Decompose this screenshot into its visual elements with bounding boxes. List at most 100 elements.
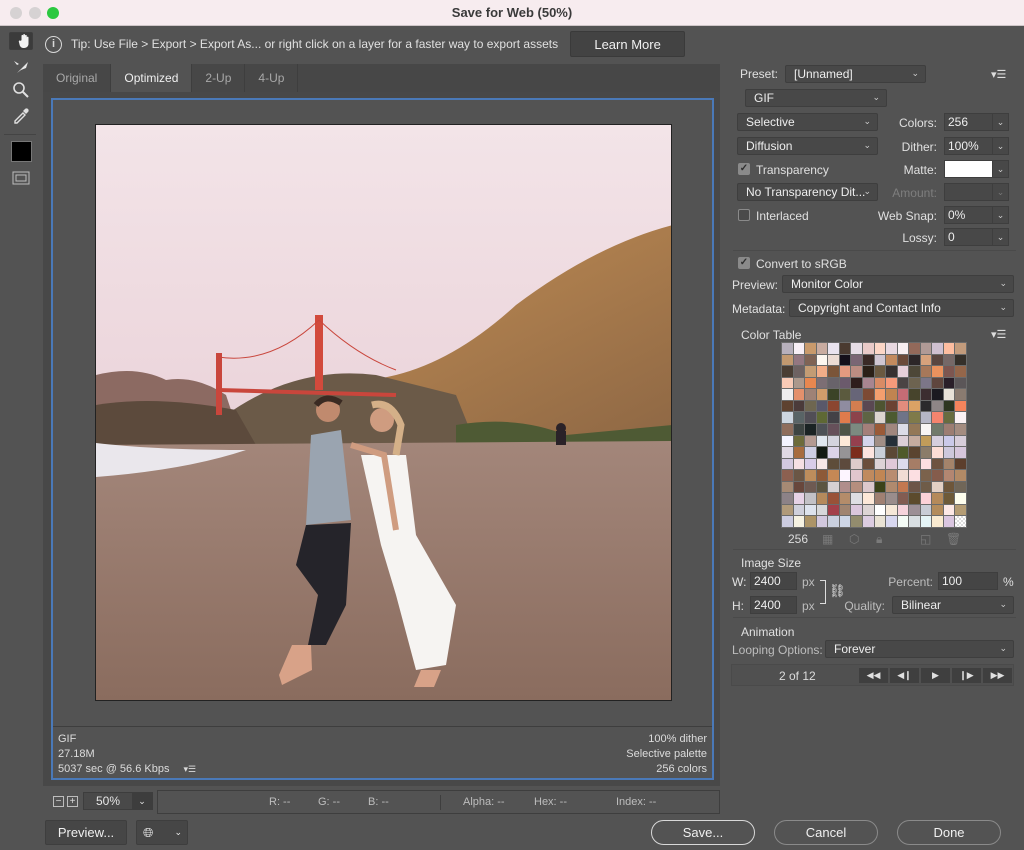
color-swatch[interactable] <box>886 354 897 366</box>
color-swatch[interactable] <box>828 343 839 354</box>
color-swatch[interactable] <box>828 504 839 516</box>
color-swatch[interactable] <box>897 423 909 435</box>
color-swatch[interactable] <box>874 447 886 458</box>
color-swatch[interactable] <box>955 423 966 435</box>
color-swatch[interactable] <box>816 366 828 377</box>
eyedropper-tool[interactable] <box>9 104 33 126</box>
first-frame-button[interactable]: ◀◀ <box>859 668 888 683</box>
last-frame-button[interactable]: ▶▶ <box>983 668 1012 683</box>
color-swatch[interactable] <box>816 354 828 366</box>
color-swatch[interactable] <box>782 366 793 377</box>
color-swatch[interactable] <box>909 366 920 377</box>
done-button[interactable]: Done <box>897 820 1001 845</box>
color-swatch[interactable] <box>920 423 932 435</box>
color-swatch[interactable] <box>828 458 839 470</box>
color-swatch[interactable] <box>851 447 862 458</box>
color-swatch[interactable] <box>805 343 816 354</box>
zoom-out-button[interactable]: − <box>53 796 64 807</box>
chevron-down-icon[interactable]: ⌄ <box>992 114 1008 130</box>
color-swatch[interactable] <box>862 493 874 504</box>
transparency-checkbox[interactable]: ✓ <box>738 163 750 175</box>
color-swatch[interactable] <box>793 366 805 377</box>
new-color-icon[interactable]: ◱ <box>920 532 931 546</box>
color-swatch[interactable] <box>839 366 851 377</box>
link-icon[interactable]: ⛓︎ <box>829 583 846 599</box>
color-swatch[interactable] <box>782 423 793 435</box>
color-swatch[interactable] <box>839 493 851 504</box>
tab-2-up[interactable]: 2-Up <box>192 64 246 92</box>
color-swatch[interactable] <box>874 343 886 354</box>
color-swatch[interactable] <box>839 458 851 470</box>
file-format-select[interactable]: GIF ⌄ <box>745 89 887 107</box>
preview-image[interactable] <box>95 124 672 701</box>
color-swatch[interactable] <box>805 516 816 527</box>
color-swatch[interactable] <box>828 354 839 366</box>
color-swatch[interactable] <box>955 389 966 400</box>
color-swatch[interactable] <box>862 423 874 435</box>
color-swatch[interactable] <box>828 447 839 458</box>
color-swatch[interactable] <box>851 504 862 516</box>
color-swatch[interactable] <box>816 435 828 447</box>
color-swatch[interactable] <box>793 423 805 435</box>
color-swatch[interactable] <box>909 493 920 504</box>
color-swatch[interactable] <box>874 470 886 481</box>
matte-color-swatch[interactable] <box>945 161 992 177</box>
percent-input[interactable]: 100 <box>938 572 998 590</box>
transparent-swatch[interactable] <box>955 516 966 527</box>
color-swatch[interactable] <box>805 435 816 447</box>
color-swatch[interactable] <box>897 493 909 504</box>
lossy-combo[interactable]: 0 ⌄ <box>944 228 1009 246</box>
color-swatch[interactable] <box>932 481 943 493</box>
color-swatch[interactable] <box>793 343 805 354</box>
color-swatch[interactable] <box>874 504 886 516</box>
color-swatch[interactable] <box>11 141 32 162</box>
color-swatch[interactable] <box>851 354 862 366</box>
color-swatch[interactable] <box>909 481 920 493</box>
color-swatch[interactable] <box>862 435 874 447</box>
color-table-menu-icon[interactable]: ▾☰ <box>991 328 1006 341</box>
color-swatch[interactable] <box>782 447 793 458</box>
color-swatch[interactable] <box>909 435 920 447</box>
color-swatch[interactable] <box>886 343 897 354</box>
color-swatch[interactable] <box>805 493 816 504</box>
color-swatch[interactable] <box>816 389 828 400</box>
color-swatch[interactable] <box>793 504 805 516</box>
save-button[interactable]: Save... <box>651 820 755 845</box>
color-swatch[interactable] <box>897 366 909 377</box>
color-swatch[interactable] <box>909 389 920 400</box>
color-swatch[interactable] <box>851 400 862 412</box>
color-swatch[interactable] <box>793 412 805 423</box>
hand-tool[interactable] <box>9 32 33 50</box>
color-swatch[interactable] <box>816 458 828 470</box>
color-swatch[interactable] <box>793 377 805 389</box>
convert-srgb-checkbox[interactable]: ✓ <box>738 257 750 269</box>
cancel-button[interactable]: Cancel <box>774 820 878 845</box>
color-swatch[interactable] <box>897 516 909 527</box>
color-swatch[interactable] <box>909 400 920 412</box>
color-swatch[interactable] <box>839 343 851 354</box>
color-swatch[interactable] <box>932 435 943 447</box>
color-swatch[interactable] <box>943 377 955 389</box>
color-swatch[interactable] <box>862 481 874 493</box>
color-swatch[interactable] <box>886 447 897 458</box>
color-swatch[interactable] <box>943 470 955 481</box>
color-swatch[interactable] <box>862 458 874 470</box>
color-swatch[interactable] <box>932 423 943 435</box>
color-swatch[interactable] <box>851 470 862 481</box>
looping-options-select[interactable]: Forever ⌄ <box>825 640 1014 658</box>
color-swatch[interactable] <box>828 377 839 389</box>
color-swatch[interactable] <box>816 447 828 458</box>
color-swatch[interactable] <box>851 516 862 527</box>
color-swatch[interactable] <box>955 377 966 389</box>
color-swatch[interactable] <box>897 400 909 412</box>
color-swatch[interactable] <box>897 458 909 470</box>
color-swatch[interactable] <box>862 389 874 400</box>
color-swatch[interactable] <box>782 377 793 389</box>
color-swatch[interactable] <box>839 377 851 389</box>
color-swatch[interactable] <box>805 354 816 366</box>
color-swatch[interactable] <box>828 516 839 527</box>
color-swatch[interactable] <box>862 412 874 423</box>
color-swatch[interactable] <box>943 481 955 493</box>
color-swatch[interactable] <box>782 458 793 470</box>
tab-optimized[interactable]: Optimized <box>111 64 193 92</box>
